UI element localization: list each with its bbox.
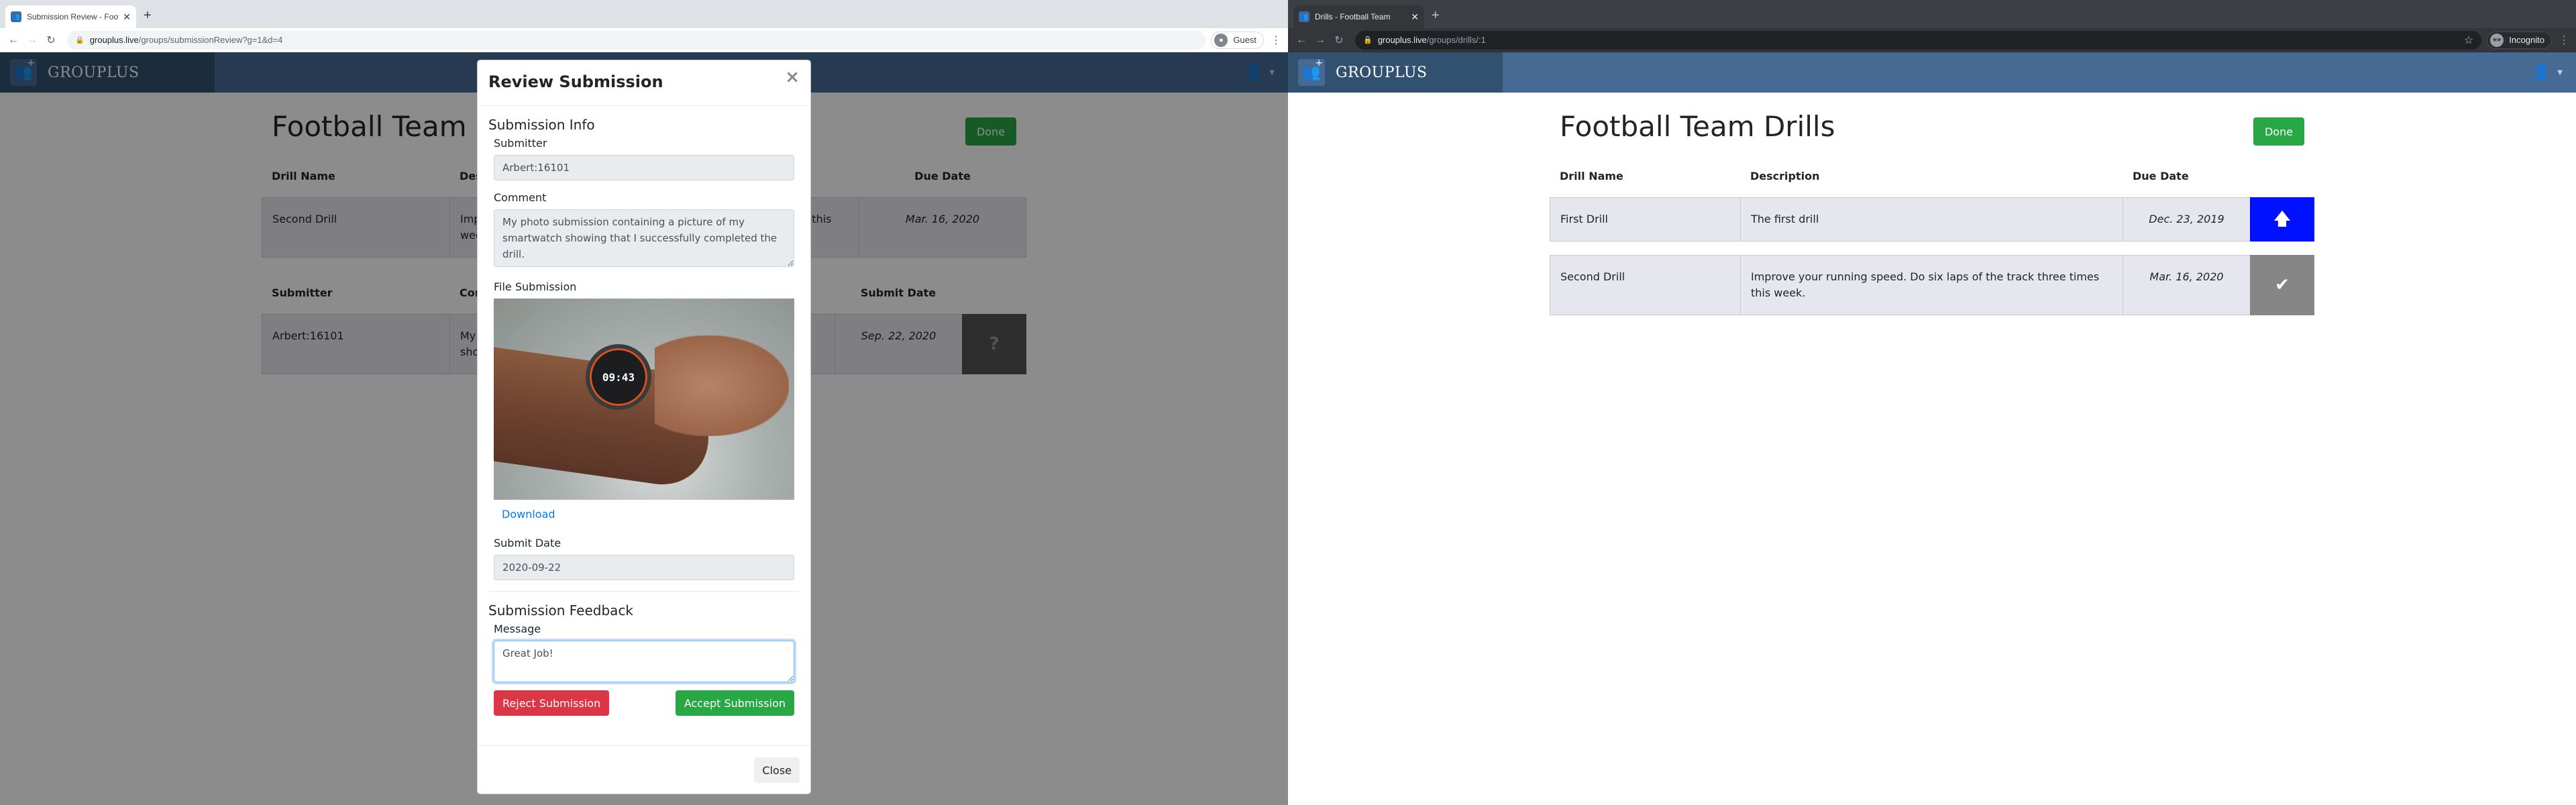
- forward-icon[interactable]: →: [1312, 34, 1328, 46]
- drill-name-cell: First Drill: [1550, 197, 1740, 241]
- tab-strip: 👥 Submission Review - Football Team ✕ +: [0, 0, 1288, 28]
- back-icon[interactable]: ←: [5, 34, 21, 46]
- url-host: grouplus.live: [89, 35, 139, 45]
- message-label: Message: [494, 623, 541, 635]
- close-button[interactable]: Close: [754, 757, 800, 783]
- tab-title: Drills - Football Team: [1315, 12, 1391, 21]
- table-row[interactable]: First Drill The first drill Dec. 23, 201…: [1550, 197, 2314, 241]
- brand[interactable]: 👥 + GROUPLUS: [1288, 52, 1503, 93]
- person-circle-icon: ●: [1214, 33, 1228, 47]
- tab-strip: 👥 Drills - Football Team ✕ +: [1288, 0, 2576, 28]
- submission-info-heading: Submission Info: [488, 117, 595, 133]
- user-icon: 👤: [2532, 64, 2551, 81]
- tab-title: Submission Review - Football Team: [27, 12, 119, 21]
- drill-table: Drill Name Description Due Date First Dr…: [1550, 154, 2314, 329]
- submit-date-label: Submit Date: [494, 537, 561, 549]
- column-header: Description: [1750, 169, 1820, 182]
- submission-feedback-heading: Submission Feedback: [488, 602, 634, 619]
- reload-icon[interactable]: ↻: [43, 34, 59, 47]
- lock-icon: 🔒: [75, 36, 85, 44]
- profile-button[interactable]: 🕶 Incognito: [2487, 31, 2552, 49]
- browser-window-right: 👥 Drills - Football Team ✕ + ← → ↻ 🔒 gro…: [1288, 0, 2576, 805]
- check-icon[interactable]: ✔: [2250, 255, 2314, 315]
- address-bar[interactable]: 🔒 grouplus.live/groups/drills/:1 ☆: [1355, 30, 2482, 50]
- comment-label: Comment: [494, 191, 547, 204]
- submission-photo: 09:43: [494, 299, 794, 500]
- user-menu[interactable]: 👤 ▼: [2532, 64, 2563, 81]
- profile-label: Incognito: [2509, 35, 2544, 45]
- submitter-label: Submitter: [494, 137, 547, 150]
- comment-field[interactable]: My photo submission containing a picture…: [494, 209, 794, 267]
- browser-toolbar: ← → ↻ 🔒 grouplus.live/groups/drills/:1 ☆…: [1288, 28, 2576, 52]
- brand-name: GROUPLUS: [1336, 64, 1428, 81]
- back-icon[interactable]: ←: [1293, 34, 1309, 46]
- reload-icon[interactable]: ↻: [1331, 34, 1347, 47]
- close-tab-icon[interactable]: ✕: [1411, 11, 1419, 23]
- url-host: grouplus.live: [1377, 35, 1427, 45]
- app-navbar: 👥 + GROUPLUS 👤 ▼: [1288, 52, 2576, 93]
- new-tab-button[interactable]: +: [1432, 8, 1440, 23]
- message-field[interactable]: Great Job!: [494, 641, 794, 682]
- browser-toolbar: ← → ↻ 🔒 grouplus.live/groups/submissionR…: [0, 28, 1288, 52]
- table-row[interactable]: Second Drill Improve your running speed.…: [1550, 255, 2314, 315]
- smartwatch-face: 09:43: [586, 344, 651, 410]
- due-date-cell: Mar. 16, 2020: [2123, 255, 2250, 315]
- drill-description-cell: Improve your running speed. Do six laps …: [1740, 255, 2123, 315]
- reject-submission-button[interactable]: Reject Submission: [494, 690, 610, 716]
- done-button[interactable]: Done: [2253, 117, 2304, 146]
- browser-tab[interactable]: 👥 Submission Review - Football Team ✕: [5, 5, 136, 28]
- photo-hand: [655, 335, 789, 436]
- browser-menu-icon[interactable]: ⋮: [2557, 34, 2571, 47]
- new-tab-button[interactable]: +: [144, 8, 152, 23]
- url-path: /groups/submissionReview?g=1&d=4: [138, 35, 283, 45]
- incognito-icon: 🕶: [2490, 33, 2504, 47]
- divider: [488, 591, 800, 592]
- close-tab-icon[interactable]: ✕: [123, 11, 131, 23]
- page-content: Football Team Drills Done Drill Name Des…: [1550, 93, 2314, 329]
- page-title: Football Team Drills: [1560, 110, 1835, 143]
- profile-button[interactable]: ● Guest: [1211, 31, 1264, 49]
- column-header: Due Date: [2133, 169, 2189, 182]
- download-link[interactable]: Download: [494, 500, 794, 521]
- submit-date-field[interactable]: [494, 555, 794, 580]
- browser-tab[interactable]: 👥 Drills - Football Team ✕: [1293, 5, 1424, 28]
- file-submission-label: File Submission: [494, 280, 577, 293]
- modal-title: Review Submission: [488, 72, 663, 91]
- browser-window-left: 👥 Submission Review - Football Team ✕ + …: [0, 0, 1288, 805]
- due-date-cell: Dec. 23, 2019: [2123, 197, 2250, 241]
- grouplus-favicon-icon: 👥: [1299, 11, 1309, 22]
- browser-menu-icon[interactable]: ⋮: [1269, 34, 1283, 47]
- profile-label: Guest: [1233, 35, 1256, 45]
- grouplus-favicon-icon: 👥: [11, 11, 21, 22]
- forward-icon[interactable]: →: [24, 34, 40, 46]
- submitter-field[interactable]: [494, 155, 794, 180]
- drill-name-cell: Second Drill: [1550, 255, 1740, 315]
- accept-submission-button[interactable]: Accept Submission: [675, 690, 794, 716]
- upload-arrow-icon[interactable]: 🡅: [2250, 197, 2314, 241]
- column-header: Drill Name: [1560, 169, 1623, 182]
- review-submission-modal: Review Submission × Submission Info Subm…: [477, 60, 811, 794]
- grouplus-logo-icon: 👥 +: [1298, 58, 1325, 86]
- url-path: /groups/drills/:1: [1426, 35, 1486, 45]
- close-icon[interactable]: ×: [785, 67, 800, 87]
- bookmark-star-icon[interactable]: ☆: [2464, 34, 2473, 47]
- drill-description-cell: The first drill: [1740, 197, 2123, 241]
- caret-down-icon: ▼: [2557, 69, 2563, 76]
- lock-icon: 🔒: [1363, 36, 1373, 44]
- address-bar[interactable]: 🔒 grouplus.live/groups/submissionReview?…: [67, 30, 1206, 50]
